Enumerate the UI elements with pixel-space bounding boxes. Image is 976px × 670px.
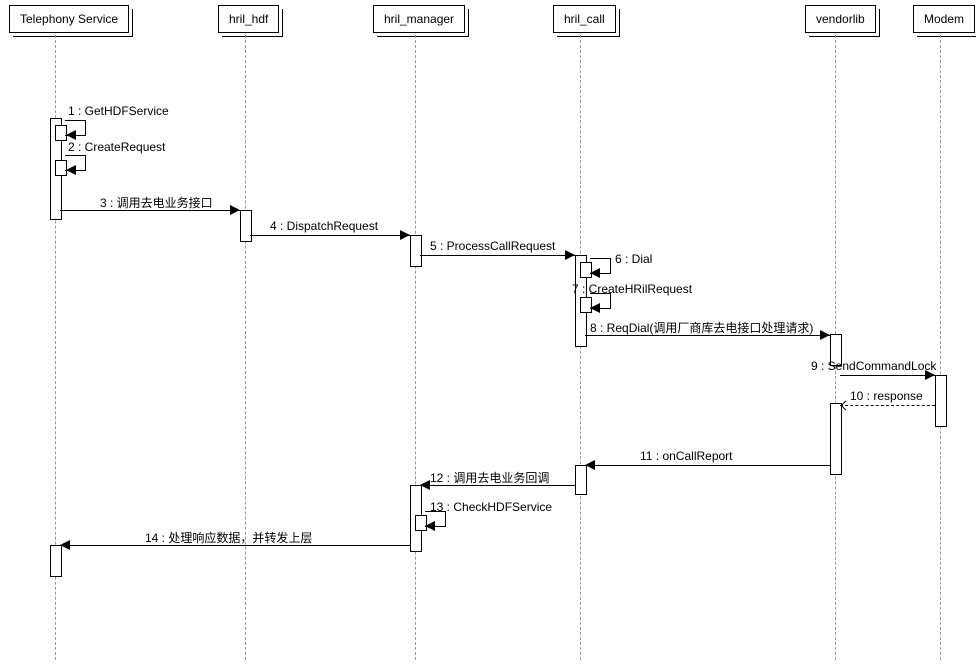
- arrow-head: [425, 521, 435, 531]
- msg-4-label: 4 : DispatchRequest: [270, 219, 378, 233]
- msg-11-label: 11 : onCallReport: [640, 449, 733, 463]
- arrow-4: [250, 235, 410, 236]
- lifeline-hril-call: [580, 35, 581, 660]
- participant-telephony: Telephony Service: [9, 5, 129, 33]
- arrow-head: [590, 303, 600, 313]
- arrow-head: [585, 460, 595, 470]
- arrow-head: [565, 250, 575, 260]
- msg-6-label: 6 : Dial: [615, 252, 652, 266]
- msg-5-label: 5 : ProcessCallRequest: [430, 239, 555, 253]
- activation-hril-manager: [410, 235, 422, 267]
- participant-vendorlib: vendorlib: [805, 5, 876, 33]
- msg-13-label: 13 : CheckHDFService: [430, 500, 552, 514]
- msg-1-label: 1 : GetHDFService: [68, 104, 169, 118]
- participant-label: Modem: [924, 12, 964, 26]
- activation-vendorlib-2: [830, 403, 842, 475]
- arrow-head: [66, 130, 76, 140]
- arrow-5: [420, 255, 575, 256]
- participant-label: hril_manager: [384, 12, 454, 26]
- arrow-head: [230, 205, 240, 215]
- lifeline-hril-hdf: [245, 35, 246, 660]
- arrow-head: [66, 165, 76, 175]
- lifeline-modem: [940, 35, 941, 660]
- arrow-11: [585, 465, 830, 466]
- msg-7-label: 7 : CreateHRilRequest: [572, 282, 692, 296]
- arrow-10: [840, 405, 935, 406]
- participant-modem: Modem: [913, 5, 975, 33]
- participant-hril-manager: hril_manager: [373, 5, 465, 33]
- arrow-head: [420, 480, 430, 490]
- lifeline-hril-manager: [415, 35, 416, 660]
- activation-hril-hdf: [240, 210, 252, 242]
- msg-2-label: 2 : CreateRequest: [68, 140, 165, 154]
- participant-hril-hdf: hril_hdf: [218, 5, 279, 33]
- msg-3-label: 3 : 调用去电业务接口: [100, 194, 213, 211]
- sequence-diagram: Telephony Service hril_hdf hril_manager …: [0, 0, 976, 670]
- arrow-head: [60, 540, 70, 550]
- arrow-head: [590, 268, 600, 278]
- participant-hril-call: hril_call: [553, 5, 616, 33]
- msg-12-label: 12 : 调用去电业务回调: [430, 469, 549, 486]
- participant-label: Telephony Service: [20, 12, 118, 26]
- msg-10-label: 10 : response: [850, 389, 923, 403]
- participant-label: hril_call: [564, 12, 605, 26]
- msg-8-label: 8 : ReqDial(调用厂商库去电接口处理请求): [590, 319, 813, 336]
- activation-modem: [935, 375, 947, 427]
- arrow-head: [820, 330, 830, 340]
- participant-label: vendorlib: [816, 12, 865, 26]
- msg-14-label: 14 : 处理响应数据，并转发上层: [145, 529, 312, 546]
- arrow-head: [841, 401, 851, 411]
- participant-label: hril_hdf: [229, 12, 268, 26]
- arrow-head: [400, 230, 410, 240]
- arrow-9: [840, 375, 935, 376]
- msg-9-label: 9 : SendCommandLock: [811, 359, 936, 373]
